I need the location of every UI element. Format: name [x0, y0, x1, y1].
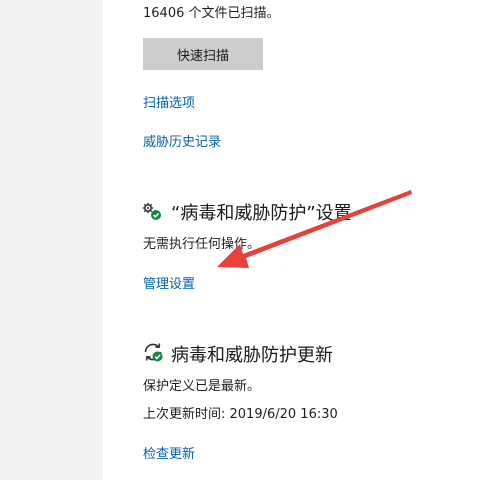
navigation-pane [0, 0, 103, 480]
threat-history-link[interactable]: 威胁历史记录 [143, 131, 221, 150]
check-updates-link[interactable]: 检查更新 [143, 443, 195, 462]
definitions-status-text: 保护定义已是最新。 [143, 379, 261, 394]
manage-settings-link[interactable]: 管理设置 [143, 273, 195, 292]
settings-section-heading: “病毒和威胁防护”设置 [171, 203, 352, 224]
settings-status-text: 无需执行任何操作。 [143, 237, 261, 252]
quick-scan-button[interactable]: 快速扫描 [143, 38, 263, 70]
scanned-files-count: 16406 个文件已扫描。 [143, 6, 280, 21]
last-update-time: 上次更新时间: 2019/6/20 16:30 [143, 407, 338, 422]
settings-gear-check-icon [142, 202, 161, 220]
scan-options-link[interactable]: 扫描选项 [143, 92, 195, 111]
refresh-check-icon [144, 343, 163, 362]
updates-section-heading: 病毒和威胁防护更新 [171, 345, 333, 366]
